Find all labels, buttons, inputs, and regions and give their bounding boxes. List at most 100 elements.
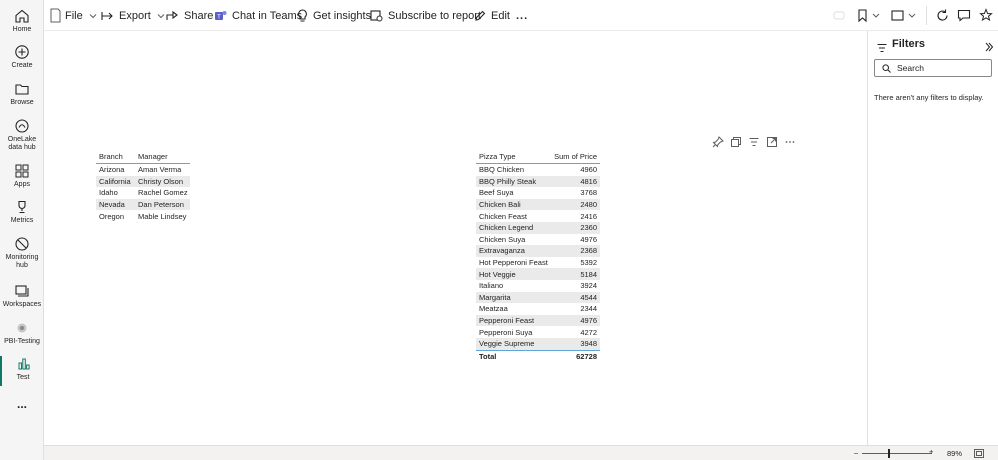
nav-workspaces[interactable]: Workspaces bbox=[0, 283, 44, 309]
more-options-button[interactable]: ... bbox=[516, 7, 528, 24]
home-icon bbox=[0, 8, 44, 26]
filter-icon[interactable] bbox=[748, 135, 760, 147]
pin-icon[interactable] bbox=[712, 135, 724, 148]
table-row[interactable]: Margarita 4544 bbox=[476, 291, 600, 304]
filters-search-input[interactable] bbox=[897, 63, 987, 73]
nav-apps[interactable]: Apps bbox=[0, 163, 44, 189]
nav-home[interactable]: Home bbox=[0, 8, 44, 34]
focus-mode-icon[interactable] bbox=[766, 135, 778, 147]
zoom-out-button[interactable]: – bbox=[854, 448, 858, 457]
table-row[interactable]: Chicken Feast 2416 bbox=[476, 210, 600, 222]
table-cell: 4976 bbox=[580, 234, 597, 244]
column-header-branch[interactable]: Branch bbox=[96, 152, 135, 161]
share-button[interactable]: Share bbox=[166, 7, 213, 24]
table-row[interactable]: BBQ Philly Steak 4816 bbox=[476, 175, 600, 188]
column-header-manager[interactable]: Manager bbox=[135, 152, 190, 161]
table-cell: 5184 bbox=[580, 269, 597, 279]
table-row[interactable]: Nevada Dan Peterson bbox=[96, 198, 190, 211]
table-row[interactable]: Pepperoni Suya 4272 bbox=[476, 326, 600, 338]
nav-onelake[interactable]: OneLake data hub bbox=[0, 118, 44, 152]
report-canvas: Branch Manager Arizona Aman Verma Californ… bbox=[44, 31, 867, 445]
file-menu-label: File bbox=[65, 9, 83, 22]
table-cell: Hot Pepperoni Feast bbox=[479, 258, 548, 268]
no-filters-message: There aren't any filters to display. bbox=[874, 93, 984, 102]
table-cell: Rachel Gomez bbox=[138, 188, 188, 198]
table-row[interactable]: Chicken Bali 2480 bbox=[476, 198, 600, 211]
nav-test[interactable]: Test bbox=[0, 356, 44, 386]
export-menu-label: Export bbox=[119, 9, 151, 22]
table-row[interactable]: Hot Veggie 5184 bbox=[476, 268, 600, 280]
branch-manager-table[interactable]: Branch Manager Arizona Aman Verma Californ… bbox=[96, 150, 190, 222]
column-header-sum-of-price[interactable]: Sum of Price bbox=[548, 152, 600, 161]
chevron-down-icon bbox=[89, 13, 97, 18]
table-cell: 3924 bbox=[580, 281, 597, 291]
svg-text:T: T bbox=[217, 15, 221, 21]
zoom-slider-track[interactable] bbox=[862, 453, 932, 454]
filters-search-box[interactable] bbox=[874, 59, 992, 77]
get-insights-label: Get insights bbox=[313, 9, 372, 22]
copy-visual-icon[interactable] bbox=[730, 135, 742, 147]
table-cell: California bbox=[99, 176, 131, 186]
table-row[interactable]: Oregon Mable Lindsey bbox=[96, 210, 190, 222]
workspace-icon bbox=[0, 320, 44, 338]
edit-button[interactable]: Edit bbox=[474, 7, 510, 24]
table-row[interactable]: Chicken Legend 2360 bbox=[476, 221, 600, 234]
table-cell: Chicken Suya bbox=[479, 234, 526, 244]
nav-metrics[interactable]: Metrics bbox=[0, 199, 44, 225]
table-row[interactable]: Extravaganza 2368 bbox=[476, 245, 600, 257]
comments-button[interactable] bbox=[957, 7, 973, 24]
collapse-filters-icon[interactable] bbox=[985, 39, 994, 57]
chat-in-teams-button[interactable]: T Chat in Teams bbox=[214, 7, 302, 24]
zoom-in-button[interactable]: + bbox=[929, 447, 933, 456]
table-row[interactable]: Chicken Suya 4976 bbox=[476, 234, 600, 246]
folder-icon bbox=[0, 81, 44, 99]
table-row[interactable]: Italiano 3924 bbox=[476, 280, 600, 292]
fit-to-page-icon[interactable] bbox=[974, 449, 984, 460]
table-row[interactable]: Idaho Rachel Gomez bbox=[96, 187, 190, 199]
table-header: Branch Manager bbox=[96, 150, 190, 164]
subscribe-button[interactable]: Subscribe to report bbox=[370, 7, 481, 24]
zoom-slider-thumb[interactable] bbox=[888, 449, 890, 458]
more-options-icon[interactable] bbox=[784, 135, 796, 147]
table-body: Arizona Aman Verma California Christy Olson… bbox=[96, 164, 190, 222]
bookmark-menu-button[interactable] bbox=[856, 7, 882, 24]
table-row[interactable]: Arizona Aman Verma bbox=[96, 164, 190, 176]
table-cell: 4960 bbox=[580, 165, 597, 175]
table-row[interactable]: Beef Suya 3768 bbox=[476, 187, 600, 199]
table-cell: Nevada bbox=[99, 200, 125, 210]
visual-header-icons bbox=[712, 135, 796, 148]
share-icon bbox=[166, 10, 178, 20]
table-row[interactable]: BBQ Chicken 4960 bbox=[476, 164, 600, 176]
nav-browse[interactable]: Browse bbox=[0, 81, 44, 107]
table-row[interactable]: Meatzaa 2344 bbox=[476, 303, 600, 315]
table-cell: Chicken Feast bbox=[479, 211, 527, 221]
table-cell: Idaho bbox=[99, 188, 118, 198]
table-cell: Arizona bbox=[99, 165, 125, 175]
nav-create-label: Create bbox=[11, 62, 33, 69]
comment-icon bbox=[957, 9, 971, 22]
favorite-button[interactable] bbox=[979, 7, 995, 24]
table-cell: Christy Olson bbox=[138, 176, 184, 186]
expand-toolbar-icon[interactable] bbox=[49, 7, 65, 24]
trophy-icon bbox=[0, 199, 44, 217]
nav-pbi-testing[interactable]: PBI-Testing bbox=[0, 320, 44, 346]
view-icon bbox=[891, 10, 916, 21]
table-cell: Mable Lindsey bbox=[138, 211, 187, 221]
view-menu-button[interactable] bbox=[890, 7, 918, 24]
nav-create[interactable]: Create bbox=[0, 44, 44, 70]
get-insights-button[interactable]: Get insights bbox=[297, 7, 371, 24]
table-cell: Veggie Supreme bbox=[479, 339, 535, 349]
table-row[interactable]: California Christy Olson bbox=[96, 175, 190, 188]
pizza-price-table[interactable]: Pizza Type Sum of Price BBQ Chicken 4960 B… bbox=[476, 150, 600, 362]
file-menu-button[interactable]: File bbox=[65, 7, 102, 24]
nav-monitoring[interactable]: Monitoring hub bbox=[0, 236, 44, 270]
export-menu-button[interactable]: Export bbox=[101, 7, 170, 24]
column-header-pizza-type[interactable]: Pizza Type bbox=[476, 152, 548, 161]
table-row[interactable]: Pepperoni Feast 4976 bbox=[476, 314, 600, 327]
monitor-icon bbox=[0, 236, 44, 254]
nav-more-button[interactable]: ... bbox=[0, 398, 44, 410]
table-row[interactable]: Hot Pepperoni Feast 5392 bbox=[476, 257, 600, 269]
refresh-button[interactable] bbox=[936, 7, 952, 24]
nav-monitoring-label: Monitoring hub bbox=[5, 254, 39, 269]
table-row[interactable]: Veggie Supreme 3948 bbox=[476, 337, 600, 350]
